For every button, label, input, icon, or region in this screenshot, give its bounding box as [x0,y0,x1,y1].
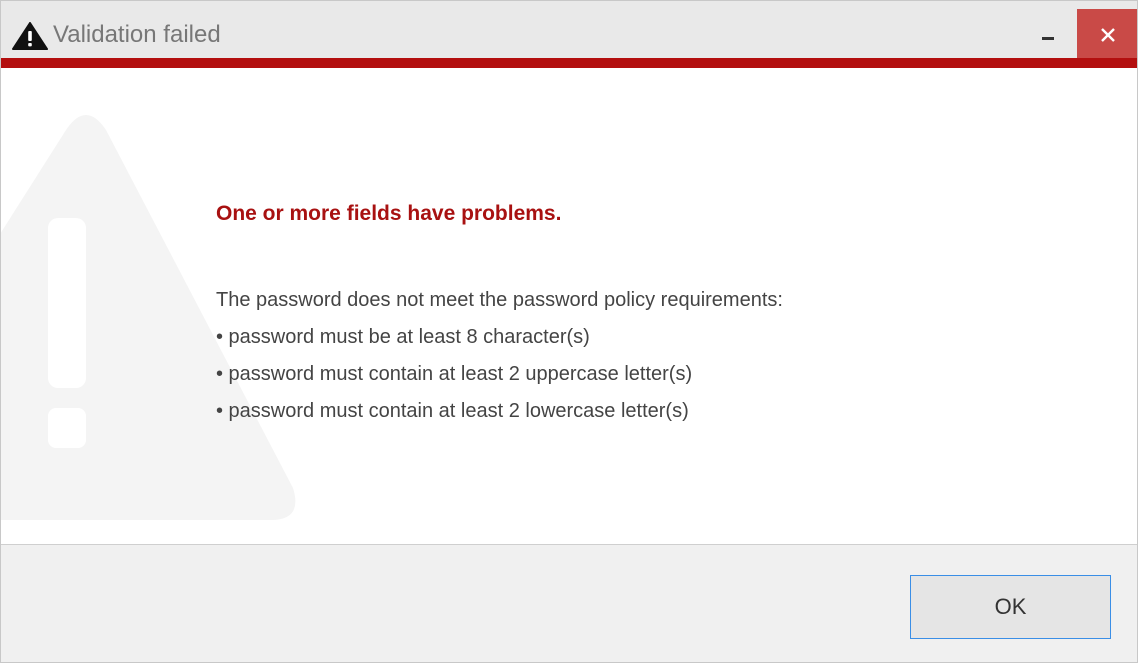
error-message: The password does not meet the password … [216,282,783,430]
title-accent-bar [1,58,1137,68]
warning-icon [12,22,48,50]
dialog-window: Validation failed One or more fields hav… [0,0,1138,663]
minimize-button[interactable] [1018,9,1076,59]
close-icon [1101,28,1115,42]
window-title: Validation failed [53,21,221,48]
error-heading: One or more fields have problems. [216,202,562,225]
minimize-icon [1042,37,1054,40]
message-line: The password does not meet the password … [216,289,783,311]
message-line: • password must contain at least 2 lower… [216,400,689,422]
message-line: • password must contain at least 2 upper… [216,363,693,385]
title-bar[interactable]: Validation failed [1,0,1137,59]
close-button[interactable] [1077,9,1137,59]
message-line: • password must be at least 8 character(… [216,326,590,348]
dialog-footer: OK [1,544,1137,662]
dialog-body: One or more fields have problems. The pa… [1,68,1137,544]
ok-button[interactable]: OK [910,575,1111,639]
